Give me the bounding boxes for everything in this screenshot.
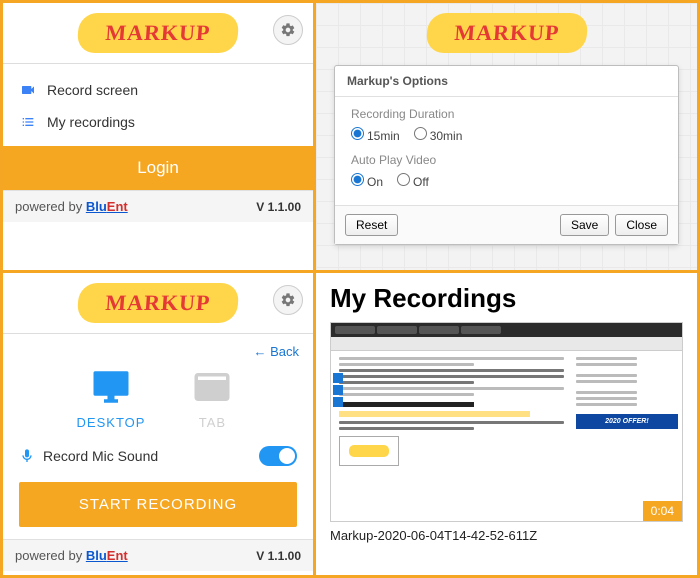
markup-logo: MARKUP: [77, 13, 240, 53]
mode-tab[interactable]: TAB: [185, 365, 239, 430]
options-title: Markup's Options: [335, 66, 678, 97]
login-button[interactable]: Login: [3, 146, 313, 190]
autoplay-on-radio[interactable]: [351, 173, 364, 186]
recording-thumbnail[interactable]: 2020 OFFER! 0:04: [330, 322, 683, 522]
recording-duration-group: Recording Duration 15min 30min: [351, 107, 662, 143]
version-label: V 1.1.00: [256, 549, 301, 563]
tab-icon: [185, 365, 239, 409]
thumb-heading: [339, 402, 474, 407]
page-title: My Recordings: [330, 283, 683, 314]
footer: powered by BluEnt V 1.1.00: [3, 539, 313, 571]
thumb-browser-urlbar: [331, 337, 682, 351]
duration-15min-radio[interactable]: [351, 127, 364, 140]
capture-mode-row: DESKTOP TAB: [3, 359, 313, 432]
autoplay-label: Auto Play Video: [351, 153, 662, 167]
duration-badge: 0:04: [643, 501, 682, 521]
thumb-offer-banner: 2020 OFFER!: [576, 414, 678, 429]
settings-button[interactable]: [273, 285, 303, 315]
record-setup: MARKUP Back DESKTOP TAB Record Mic Sound: [3, 273, 313, 575]
my-recordings-item[interactable]: My recordings: [3, 106, 313, 138]
duration-15min-option[interactable]: 15min: [351, 127, 400, 143]
autoplay-group: Auto Play Video On Off: [351, 153, 662, 189]
version-label: V 1.1.00: [256, 200, 301, 214]
camera-icon: [19, 82, 37, 98]
powered-by: powered by BluEnt: [15, 199, 128, 214]
record-screen-label: Record screen: [47, 82, 138, 98]
bluent-link[interactable]: BluEnt: [86, 548, 128, 563]
duration-30min-radio[interactable]: [414, 127, 427, 140]
logo-row: MARKUP: [3, 273, 313, 329]
mic-icon: [19, 448, 35, 464]
recording-duration-label: Recording Duration: [351, 107, 662, 121]
gear-icon: [280, 292, 296, 308]
thumb-social-icons: [333, 373, 343, 409]
logo-row: MARKUP: [316, 3, 697, 59]
mic-label: Record Mic Sound: [43, 448, 158, 464]
mode-desktop[interactable]: DESKTOP: [77, 365, 146, 430]
autoplay-off-option[interactable]: Off: [397, 173, 429, 189]
divider: [3, 63, 313, 64]
logo-row: MARKUP: [3, 3, 313, 59]
markup-logo: MARKUP: [425, 13, 588, 53]
markup-logo: MARKUP: [77, 283, 240, 323]
settings-button[interactable]: [273, 15, 303, 45]
close-button[interactable]: Close: [615, 214, 668, 236]
options-page: MARKUP Markup's Options Recording Durati…: [316, 3, 697, 270]
start-recording-button[interactable]: START RECORDING: [19, 482, 297, 527]
options-dialog: Markup's Options Recording Duration 15mi…: [334, 65, 679, 245]
back-link[interactable]: Back: [3, 340, 313, 359]
reset-button[interactable]: Reset: [345, 214, 398, 236]
footer: powered by BluEnt V 1.1.00: [3, 190, 313, 222]
list-icon: [19, 114, 37, 130]
mic-toggle[interactable]: [259, 446, 297, 466]
duration-30min-option[interactable]: 30min: [414, 127, 463, 143]
gear-icon: [280, 22, 296, 38]
bluent-link[interactable]: BluEnt: [86, 199, 128, 214]
mic-row: Record Mic Sound: [3, 432, 313, 470]
mode-desktop-label: DESKTOP: [77, 415, 146, 430]
record-screen-item[interactable]: Record screen: [3, 74, 313, 106]
desktop-icon: [84, 365, 138, 409]
my-recordings-label: My recordings: [47, 114, 135, 130]
thumb-mini-logo: [339, 436, 399, 466]
autoplay-off-radio[interactable]: [397, 173, 410, 186]
main-menu: Record screen My recordings: [3, 70, 313, 146]
my-recordings-page: My Recordings 2020: [316, 273, 697, 575]
divider: [3, 333, 313, 334]
popup-home: MARKUP Record screen My recordings Login…: [3, 3, 313, 270]
mode-tab-label: TAB: [185, 415, 239, 430]
thumb-browser-tabs: [331, 323, 682, 337]
save-button[interactable]: Save: [560, 214, 609, 236]
powered-by: powered by BluEnt: [15, 548, 128, 563]
thumb-page: 2020 OFFER!: [331, 351, 682, 521]
autoplay-on-option[interactable]: On: [351, 173, 383, 189]
recording-filename: Markup-2020-06-04T14-42-52-611Z: [330, 528, 683, 543]
